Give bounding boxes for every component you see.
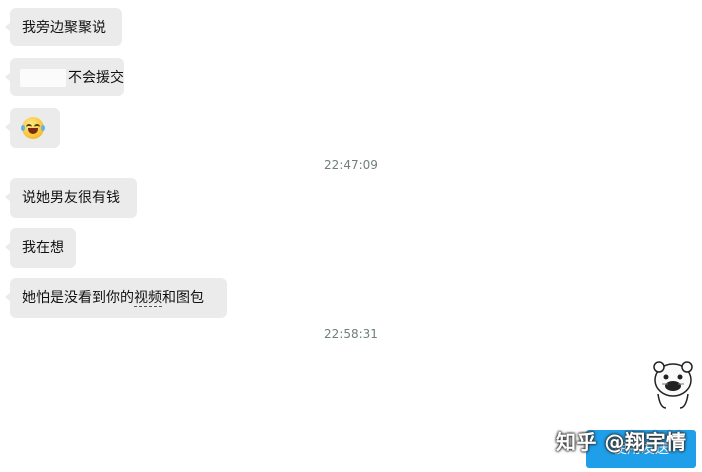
message-text: 不会援交 bbox=[68, 70, 124, 86]
message-text-underlined: 视频 bbox=[134, 290, 162, 307]
message-text-suffix: 和图包 bbox=[162, 290, 204, 306]
zhihu-watermark: 知乎 @翔宇情 bbox=[556, 430, 687, 454]
message-text: 我旁边聚聚说 bbox=[22, 20, 106, 36]
message-bubble: 我在想 bbox=[5, 228, 76, 268]
message-bubble: 说她男友很有钱 bbox=[5, 178, 137, 218]
redaction-block bbox=[20, 69, 66, 87]
message-bubble bbox=[5, 108, 60, 148]
message-bubble: 她怕是没看到你的视频和图包 bbox=[5, 278, 227, 318]
message-text: 她怕是没看到你的 bbox=[22, 290, 134, 306]
message-text: 说她男友很有钱 bbox=[22, 190, 120, 206]
laughing-tears-emoji-icon bbox=[21, 117, 45, 139]
timestamp: 22:58:31 bbox=[324, 327, 378, 341]
message-bubble: 我旁边聚聚说 bbox=[5, 8, 122, 46]
message-bubble: 不会援交 bbox=[5, 58, 124, 96]
message-text: 我在想 bbox=[22, 240, 64, 256]
bear-sticker-icon bbox=[648, 356, 698, 410]
timestamp: 22:47:09 bbox=[324, 158, 378, 172]
chat-panel: 我旁边聚聚说 不会援交 22:47:09 说她男友很有钱 我在想 她怕是没看到你… bbox=[0, 0, 702, 472]
